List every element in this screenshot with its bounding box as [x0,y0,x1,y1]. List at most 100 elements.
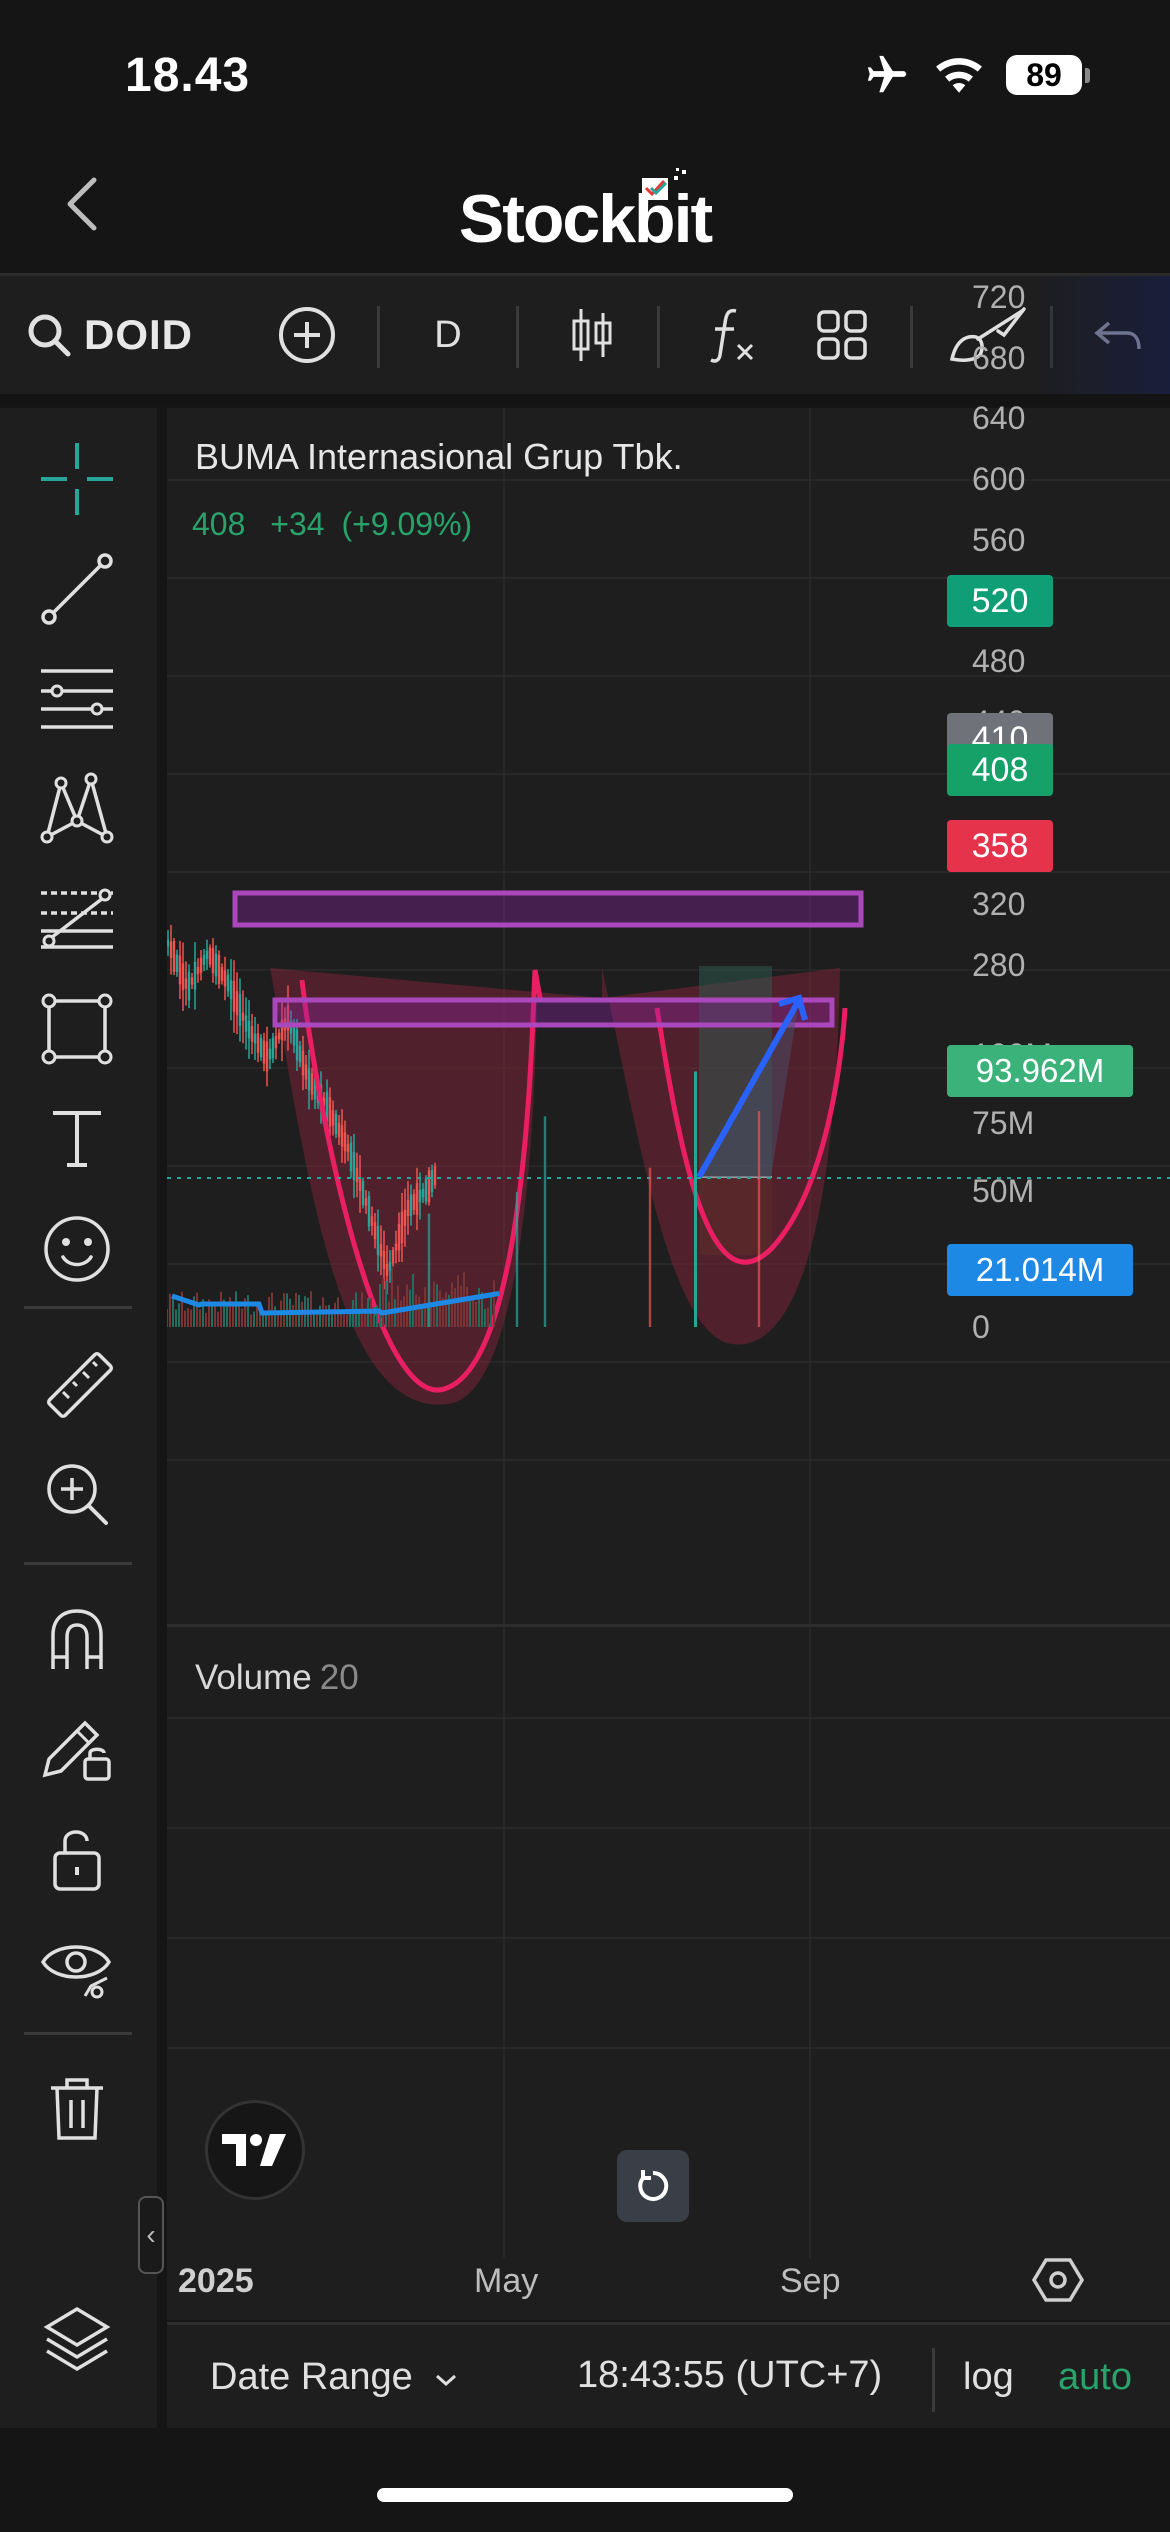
volume-bar [253,1311,255,1327]
volume-bar [454,1287,456,1327]
chart-type-button[interactable] [560,276,624,394]
candle-body [220,967,224,981]
interval-button[interactable]: D [408,276,488,394]
candle-body [307,1068,311,1091]
volume-bar [214,1304,216,1327]
volume-bar [400,1300,402,1327]
price-axis-tick: 560 [972,521,1026,558]
lock-all-tool[interactable] [36,1818,118,1900]
candle-body [190,977,194,985]
candle-body [403,1209,407,1226]
date-range-button[interactable]: Date Range [210,2356,459,2399]
chart-settings-button[interactable] [1032,2254,1084,2306]
volume-bar [515,1192,519,1327]
candle-body [238,994,242,1026]
candle-body [178,955,182,985]
crosshair-tool[interactable] [36,438,118,520]
candle-body [208,947,212,965]
volume-bar [250,1314,252,1327]
price-axis-tick: 280 [972,947,1026,983]
volume-bar [460,1285,462,1327]
unlock-icon [53,1830,101,1891]
candle-body [370,1216,374,1226]
volume-bar [220,1291,222,1327]
volume-bar [167,1309,168,1327]
indicators-button[interactable] [700,276,764,394]
candle-body [310,1073,314,1095]
volume-bar [543,1116,547,1327]
undo-button[interactable] [1090,276,1146,394]
volume-bar [406,1284,408,1327]
app-logo: Stockbit [458,181,713,257]
plus-circle-icon [279,307,335,363]
volume-bar [169,1293,171,1327]
horizontal-lines-tool[interactable] [36,658,118,740]
fib-retracement-tool[interactable] [36,878,118,960]
symbol-label: DOID [84,311,193,358]
magnet-tool[interactable] [36,1598,118,1680]
candle-body [199,957,203,973]
volume-bar [187,1308,189,1327]
candle-body [334,1113,338,1135]
ruler-icon [46,1351,114,1419]
candle-body [172,941,176,972]
candle-body [202,955,206,965]
volume-bar [412,1273,414,1327]
delete-tool[interactable] [36,2068,118,2150]
text-tool[interactable] [36,1098,118,1180]
pattern-tool[interactable] [36,768,118,850]
measure-tool[interactable] [36,1343,118,1425]
volume-bar [184,1310,186,1327]
text-icon [53,1111,101,1167]
object-tree-tool[interactable] [36,2298,118,2380]
drawing-tools-panel [0,408,157,2428]
trend-line-tool[interactable] [36,548,118,630]
volume-bar [487,1307,489,1327]
price-axis-tick: 720 [972,279,1026,315]
visibility-tool[interactable] [36,1928,118,2010]
log-scale-toggle[interactable]: log [963,2356,1014,2399]
volume-tag: 93.962M [947,1045,1133,1098]
emoji-tool[interactable] [36,1208,118,1290]
tradingview-logo[interactable] [205,2100,305,2200]
chevron-down-icon [436,2374,457,2387]
last-price: 408 [192,506,246,542]
status-icons: 89 [862,52,1090,98]
candle-body [394,1243,398,1251]
volume-bar [247,1295,249,1327]
home-indicator[interactable] [377,2488,793,2502]
candle-body [397,1224,401,1251]
layout-button[interactable] [810,276,874,394]
volume-bar [340,1312,342,1327]
zoom-tool[interactable] [36,1453,118,1535]
lock-drawing-tool[interactable] [36,1708,118,1790]
candle-body [295,1029,299,1061]
candle-body [196,966,200,975]
auto-scale-toggle[interactable]: auto [1058,2356,1132,2399]
price-change: +34 [270,506,325,542]
volume-bar [466,1287,468,1327]
reset-chart-button[interactable] [617,2150,689,2222]
compare-symbol-button[interactable] [275,276,339,394]
volume-bar [451,1282,453,1327]
volume-bar [490,1294,492,1327]
price-chart-canvas[interactable] [167,408,1170,2320]
candle-body [187,971,191,1001]
candle-body [415,1183,419,1215]
volume-bar [493,1280,495,1327]
layers-icon [43,2306,111,2372]
volume-bar [484,1309,486,1327]
volume-axis-tick: 0 [972,1309,990,1345]
candle-body [244,1015,248,1032]
timezone-clock[interactable]: 18:43:55 (UTC+7) [577,2354,882,2397]
pane-divider[interactable] [167,1624,1170,1627]
volume-bar [343,1314,345,1327]
candle-body [376,1225,380,1256]
symbol-search-button[interactable]: DOID [26,276,196,394]
volume-bar [292,1305,294,1327]
rectangle-tool[interactable] [36,988,118,1070]
candle-body [337,1122,341,1138]
time-axis-label: May [474,2262,539,2300]
collapse-panel-button[interactable]: ‹ [138,2196,164,2274]
candle-body [331,1110,335,1126]
